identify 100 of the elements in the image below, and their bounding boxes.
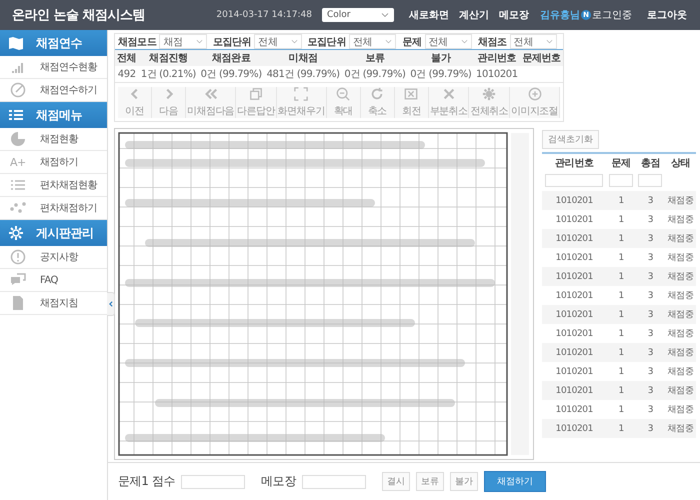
- login-status: 로그인중: [592, 9, 632, 22]
- table-cell: 1: [606, 419, 636, 438]
- alert-icon: [10, 249, 26, 265]
- status-button[interactable]: 불가: [450, 472, 478, 491]
- table-cell: 1: [606, 343, 636, 362]
- chevron-left-icon: [108, 299, 114, 309]
- table-cell: 1010201: [542, 229, 607, 248]
- filter-input[interactable]: [638, 174, 662, 186]
- filter-input[interactable]: [609, 174, 634, 186]
- datetime: 2014-03-17 14:17:48: [216, 10, 312, 20]
- status-button[interactable]: 결시: [382, 472, 410, 491]
- table-cell: 1010201: [542, 267, 607, 286]
- filter-select[interactable]: 전체: [348, 34, 396, 49]
- header-link[interactable]: 새로화면: [409, 8, 449, 22]
- sidebar-item[interactable]: 채점연수현황: [0, 56, 107, 79]
- sidebar-item[interactable]: 공지사항: [0, 246, 107, 269]
- gear-icon: [8, 225, 24, 241]
- chevron-down-icon: [196, 38, 203, 45]
- sidebar-item[interactable]: 채점지침: [0, 292, 107, 315]
- table-cell: 채점중: [664, 267, 696, 286]
- edit-icon: [10, 82, 26, 98]
- table-cell: 3: [636, 286, 665, 305]
- table-cell: 1010201: [474, 66, 520, 82]
- pie-chart-icon: [10, 131, 26, 147]
- filter-input[interactable]: [545, 174, 604, 186]
- user-name: 김유홍님: [540, 9, 580, 22]
- table-cell: 채점중: [664, 400, 696, 419]
- filter-select[interactable]: 채점: [159, 34, 207, 49]
- column-header: 문제번호: [520, 50, 563, 66]
- table-cell: 채점중: [664, 286, 696, 305]
- table-cell: 0건 (99.79%): [342, 66, 408, 82]
- chevron-down-icon: [546, 38, 554, 45]
- sidebar-item[interactable]: 편차채점현황: [0, 174, 107, 197]
- table-cell: 3: [636, 419, 665, 438]
- filter-select[interactable]: 전체: [424, 34, 472, 49]
- filter-label: 채점모드: [118, 36, 156, 48]
- menu-section-header[interactable]: 채점메뉴: [0, 102, 107, 128]
- submit-score-button[interactable]: 채점하기: [484, 471, 546, 492]
- header-link[interactable]: 계산기: [459, 8, 489, 22]
- copy-icon: [248, 87, 263, 101]
- map-icon: [8, 35, 24, 51]
- column-header: 채점완료: [198, 50, 264, 66]
- table-cell: 3: [636, 343, 665, 362]
- score-input[interactable]: [181, 474, 246, 488]
- filter-label: 채점조: [478, 36, 507, 48]
- table-cell: 1: [606, 286, 636, 305]
- table-cell: 481건 (99.79%): [264, 66, 342, 82]
- table-cell: 1: [606, 267, 636, 286]
- table-cell: 1010201: [542, 210, 607, 229]
- table-cell: 채점중: [664, 381, 696, 400]
- sidebar-item[interactable]: FAQ: [0, 269, 107, 292]
- menu-section-header[interactable]: 게시판관리: [0, 220, 107, 246]
- chevron-down-icon: [385, 38, 392, 45]
- table-cell: 0건 (99.79%): [408, 66, 474, 82]
- table-cell: 3: [636, 305, 665, 324]
- header-link[interactable]: 메모장: [499, 8, 529, 22]
- column-header: 불가: [408, 50, 474, 66]
- table-cell: 492: [115, 66, 138, 82]
- table-cell: 3: [636, 191, 665, 210]
- column-header: 보류: [342, 50, 408, 66]
- grade-icon: A+: [10, 156, 26, 168]
- status-button[interactable]: 보류: [416, 472, 444, 491]
- filter-select[interactable]: 전체: [510, 34, 558, 49]
- table-cell: 채점중: [664, 419, 696, 438]
- table-cell: 1: [606, 210, 636, 229]
- column-header: 미채점: [264, 50, 342, 66]
- logout-link[interactable]: 로그아웃: [647, 8, 687, 22]
- table-cell: 3: [636, 267, 665, 286]
- table-cell: 1010201: [542, 381, 607, 400]
- collapse-button[interactable]: [107, 292, 115, 316]
- table-cell: 채점중: [664, 343, 696, 362]
- rotate-icon: [370, 87, 384, 101]
- table-cell: 채점중: [664, 362, 696, 381]
- chevron-down-icon: [381, 11, 389, 19]
- filter-select[interactable]: 전체: [254, 34, 302, 49]
- table-cell: 1010201: [542, 362, 607, 381]
- color-select[interactable]: Color: [322, 8, 394, 22]
- table-cell: 채점중: [664, 248, 696, 267]
- table-cell: 1010201: [542, 324, 607, 343]
- column-header: 관리번호: [474, 50, 520, 66]
- app-title: 온라인 논술 채점시스템: [12, 7, 146, 24]
- chevron-down-icon: [460, 38, 468, 45]
- table-cell: 1010201: [542, 191, 607, 210]
- list-icon: [8, 107, 24, 123]
- document-icon: [10, 295, 26, 311]
- filter-label: 모집단위: [212, 36, 252, 48]
- table-cell: 1010201: [542, 286, 607, 305]
- table-cell: 채점중: [664, 305, 696, 324]
- reset-search-button[interactable]: 검색초기화: [542, 130, 599, 149]
- menu-section-header[interactable]: 채점연수: [0, 30, 107, 56]
- table-cell: 1010201: [542, 248, 607, 267]
- sidebar-item[interactable]: 채점현황: [0, 128, 107, 151]
- table-cell: 1: [606, 229, 636, 248]
- memo-input[interactable]: [302, 474, 366, 488]
- close-box-icon: [404, 87, 418, 101]
- table-cell: 채점중: [664, 229, 696, 248]
- table-cell: 채점중: [664, 324, 696, 343]
- score-label: 문제1 점수: [118, 473, 176, 490]
- sidebar-item[interactable]: A+ 채점하기: [0, 151, 107, 174]
- table-cell: 1건 (0.21%): [138, 66, 198, 82]
